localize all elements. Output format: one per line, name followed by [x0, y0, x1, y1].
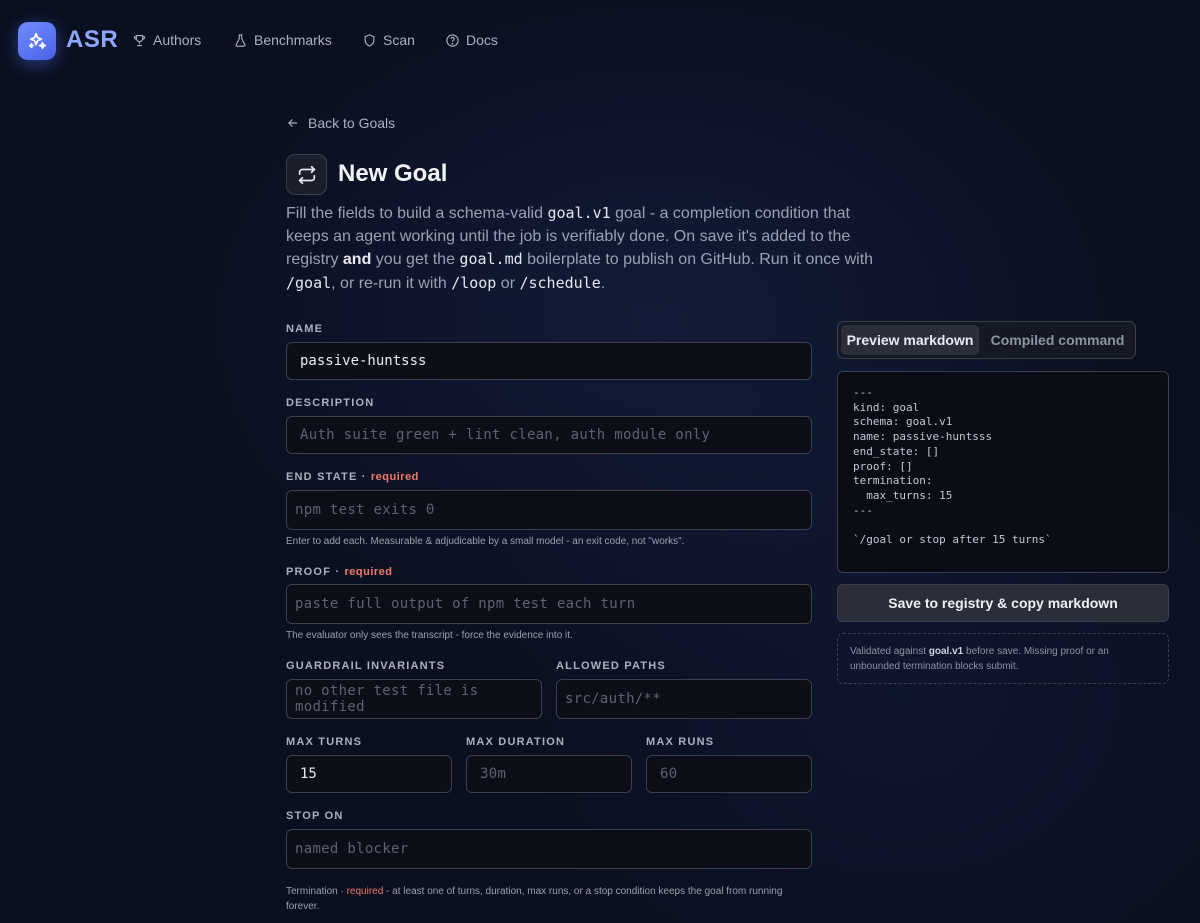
inline-code: /loop — [451, 273, 497, 292]
markdown-preview: --- kind: goal schema: goal.v1 name: pas… — [837, 371, 1169, 573]
save-to-registry-button[interactable]: Save to registry & copy markdown — [837, 584, 1169, 622]
stop-on-input[interactable]: named blocker — [286, 829, 812, 869]
name-label: NAME — [286, 323, 324, 335]
validation-note-text: Validated against — [850, 646, 929, 657]
flask-icon — [235, 33, 246, 47]
inline-code: goal.v1 — [547, 204, 611, 222]
nav-authors[interactable]: Authors — [132, 32, 201, 48]
name-input-value: passive-huntsss — [300, 353, 427, 369]
page-title: New Goal — [338, 160, 448, 187]
nav-label: Benchmarks — [254, 32, 332, 48]
validation-note-schema: goal.v1 — [928, 646, 964, 657]
intro-text-part: Fill the fields to build a schema-valid — [286, 205, 548, 222]
back-to-goals-link[interactable]: Back to Goals — [286, 115, 395, 131]
brand-name[interactable]: ASR — [66, 26, 118, 54]
inline-code: /goal — [286, 273, 332, 292]
required-marker: required — [370, 471, 419, 483]
required-marker: required — [346, 886, 384, 897]
back-link-label: Back to Goals — [308, 115, 396, 131]
shield-icon — [364, 33, 375, 47]
guardrail-input[interactable]: no other test file is modified — [286, 679, 542, 719]
tab-compiled-command[interactable]: Compiled command — [983, 325, 1132, 355]
end-state-label-text: END STATE · — [286, 471, 371, 483]
max-turns-input[interactable]: 15 — [286, 755, 452, 793]
nav-label: Docs — [466, 32, 498, 48]
required-marker: required — [344, 566, 393, 578]
max-duration-placeholder: 30m — [480, 766, 507, 782]
termination-hint-prefix: Termination · — [286, 886, 347, 897]
proof-input[interactable]: paste full output of npm test each turn — [286, 584, 812, 624]
arrow-left-icon — [288, 119, 298, 127]
nav-docs[interactable]: Docs — [445, 32, 498, 48]
intro-text-part: . — [600, 274, 606, 292]
intro-text: Fill the fields to build a schema-valid … — [286, 202, 896, 295]
inline-code: /schedule — [519, 273, 601, 292]
max-duration-label: MAX DURATION — [466, 736, 566, 748]
help-circle-icon — [446, 33, 459, 47]
intro-text-part: , or re-run it with — [331, 274, 452, 292]
intro-text-part: you get the — [371, 251, 460, 268]
description-label: DESCRIPTION — [286, 397, 375, 409]
guardrail-placeholder: no other test file is modified — [295, 683, 479, 715]
nav-label: Authors — [153, 32, 202, 48]
max-runs-label: MAX RUNS — [646, 736, 715, 748]
nav-benchmarks[interactable]: Benchmarks — [233, 32, 332, 48]
proof-label: PROOF · required — [286, 566, 393, 578]
end-state-hint: Enter to add each. Measurable & adjudica… — [286, 536, 685, 547]
tab-preview-markdown[interactable]: Preview markdown — [841, 325, 980, 355]
max-turns-label: MAX TURNS — [286, 736, 363, 748]
sparkles-icon — [28, 32, 47, 50]
repeat-icon — [298, 165, 315, 184]
max-turns-value: 15 — [300, 766, 317, 782]
description-input[interactable]: Auth suite green + lint clean, auth modu… — [286, 416, 812, 454]
guardrail-label: GUARDRAIL INVARIANTS — [286, 660, 446, 672]
end-state-input[interactable]: npm test exits 0 — [286, 490, 812, 530]
proof-label-text: PROOF · — [286, 566, 345, 578]
max-runs-input[interactable]: 60 — [646, 755, 812, 793]
validation-note: Validated against goal.v1 before save. M… — [837, 633, 1169, 684]
name-input[interactable]: passive-huntsss — [286, 342, 812, 380]
inline-code: goal.md — [459, 250, 523, 268]
app-logo[interactable] — [18, 22, 56, 60]
intro-text-part: or — [496, 274, 520, 292]
allowed-paths-input[interactable]: src/auth/** — [556, 679, 812, 719]
preview-tabs: Preview markdown Compiled command — [837, 321, 1136, 359]
description-placeholder: Auth suite green + lint clean, auth modu… — [300, 427, 711, 443]
termination-hint: Termination · required - at least one of… — [286, 884, 812, 914]
goal-icon-tile — [286, 154, 327, 195]
end-state-placeholder: npm test exits 0 — [295, 502, 435, 518]
max-duration-input[interactable]: 30m — [466, 755, 632, 793]
allowed-paths-label: ALLOWED PATHS — [556, 660, 666, 672]
proof-placeholder: paste full output of npm test each turn — [295, 596, 636, 612]
trophy-icon — [133, 34, 146, 46]
nav-label: Scan — [383, 32, 415, 48]
intro-emphasis: and — [342, 251, 372, 268]
intro-text-part: boilerplate to publish on GitHub. Run it… — [522, 251, 874, 268]
stop-on-label: STOP ON — [286, 810, 344, 822]
allowed-paths-placeholder: src/auth/** — [565, 691, 662, 707]
stop-on-placeholder: named blocker — [295, 841, 409, 857]
nav-scan[interactable]: Scan — [362, 32, 415, 48]
end-state-label: END STATE · required — [286, 471, 419, 483]
proof-hint: The evaluator only sees the transcript -… — [286, 630, 573, 641]
max-runs-placeholder: 60 — [660, 766, 678, 782]
